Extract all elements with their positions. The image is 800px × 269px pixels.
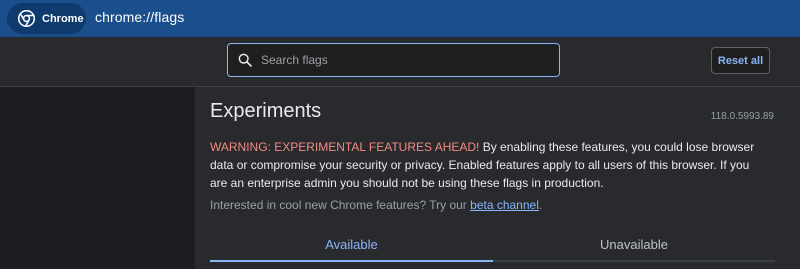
flags-toolbar: Reset all bbox=[0, 37, 800, 87]
channel-suffix: . bbox=[538, 198, 543, 212]
flags-tabs: Available Unavailable bbox=[210, 229, 775, 262]
beta-channel-line: Interested in cool new Chrome features? … bbox=[210, 198, 542, 212]
version-number: 118.0.5993.89 bbox=[710, 111, 774, 122]
page-title: Experiments bbox=[210, 100, 322, 122]
beta-channel-link[interactable]: beta channel bbox=[470, 198, 539, 212]
tab-available[interactable]: Available bbox=[210, 229, 493, 262]
tab-unavailable[interactable]: Unavailable bbox=[493, 229, 775, 262]
search-box[interactable] bbox=[227, 43, 560, 77]
flags-content: Experiments 118.0.5993.89 WARNING: EXPER… bbox=[195, 87, 800, 269]
warning-heading: WARNING: EXPERIMENTAL FEATURES AHEAD! bbox=[210, 140, 480, 154]
search-input[interactable] bbox=[259, 52, 543, 68]
left-gutter bbox=[0, 87, 195, 269]
channel-prefix: Interested in cool new Chrome features? … bbox=[210, 198, 471, 212]
chrome-logo-icon bbox=[18, 10, 35, 27]
chip-label: Chrome bbox=[42, 12, 84, 25]
warning-text: WARNING: EXPERIMENTAL FEATURES AHEAD! By… bbox=[210, 138, 770, 192]
search-icon bbox=[238, 53, 252, 67]
url-text[interactable]: chrome://flags bbox=[95, 9, 184, 25]
address-bar: Chrome chrome://flags bbox=[0, 0, 800, 37]
reset-all-button[interactable]: Reset all bbox=[711, 47, 770, 74]
site-info-chip[interactable]: Chrome bbox=[7, 3, 86, 34]
